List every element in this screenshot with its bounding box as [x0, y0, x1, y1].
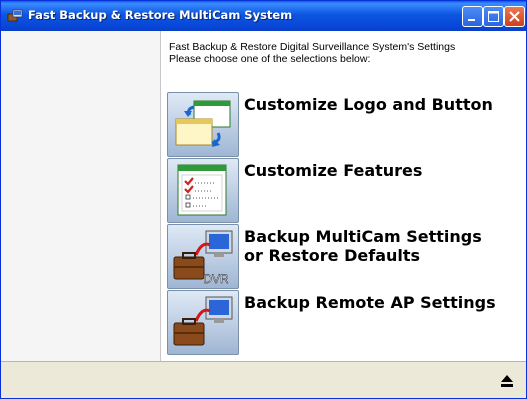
- briefcase-computer-icon: [167, 290, 239, 355]
- backup-multicam-button[interactable]: DVR Backup MultiCam Settings or Restore …: [167, 224, 522, 289]
- maximize-button[interactable]: [483, 6, 504, 27]
- eject-icon: [501, 375, 513, 387]
- backup-multicam-label: Backup MultiCam Settings or Restore Defa…: [244, 227, 482, 265]
- minimize-icon: [468, 19, 475, 21]
- status-bar: [1, 361, 526, 398]
- instructions-line-1: Fast Backup & Restore Digital Surveillan…: [169, 41, 456, 53]
- checklist-window-icon: [167, 158, 239, 223]
- left-panel: [1, 31, 161, 361]
- customize-features-label: Customize Features: [244, 161, 423, 180]
- customize-features-button[interactable]: Customize Features: [167, 158, 522, 223]
- windows-swap-icon: [167, 92, 239, 157]
- window-title: Fast Backup & Restore MultiCam System: [28, 8, 293, 22]
- minimize-button[interactable]: [462, 6, 483, 27]
- maximize-icon: [488, 11, 499, 22]
- app-window: Fast Backup & Restore MultiCam System Fa…: [0, 0, 527, 399]
- instructions-line-2: Please choose one of the selections belo…: [169, 53, 371, 65]
- title-bar[interactable]: Fast Backup & Restore MultiCam System: [1, 1, 526, 31]
- customize-logo-label: Customize Logo and Button: [244, 95, 493, 114]
- eject-button[interactable]: [495, 372, 519, 392]
- dvr-briefcase-icon: DVR: [167, 224, 239, 289]
- close-button[interactable]: [504, 6, 525, 27]
- backup-remote-ap-label: Backup Remote AP Settings: [244, 293, 496, 312]
- backup-remote-ap-button[interactable]: Backup Remote AP Settings: [167, 290, 522, 355]
- instructions: Fast Backup & Restore Digital Surveillan…: [169, 41, 455, 65]
- dvr-badge-text: DVR: [203, 272, 229, 286]
- close-icon: [509, 11, 520, 22]
- main-content: Fast Backup & Restore Digital Surveillan…: [162, 31, 526, 361]
- customize-logo-button[interactable]: Customize Logo and Button: [167, 92, 522, 157]
- app-icon: [7, 9, 23, 22]
